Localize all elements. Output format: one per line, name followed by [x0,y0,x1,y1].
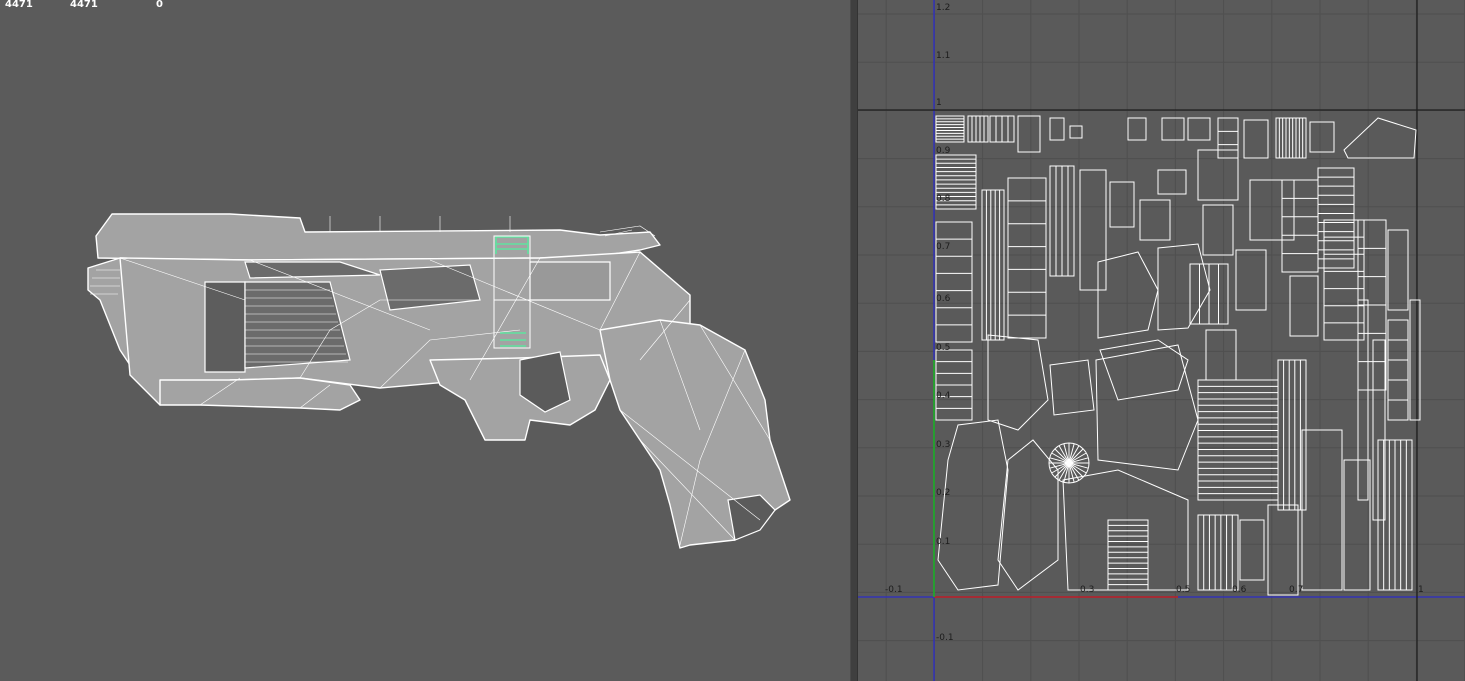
uv-shell[interactable] [1267,504,1299,596]
uv-shell[interactable] [1099,339,1189,401]
uv-shell[interactable] [1079,169,1107,291]
uv-shell[interactable] [1202,204,1234,256]
uv-shell[interactable] [1387,319,1409,421]
uv-shell[interactable] [1049,359,1095,416]
uv-shell[interactable] [935,221,973,343]
uv-shell[interactable] [1235,249,1267,311]
uv-shell[interactable] [1197,379,1279,501]
mesh-top-rail [95,213,661,261]
uv-shell[interactable] [1343,459,1371,591]
uv-shell[interactable] [1377,439,1413,591]
uv-shell[interactable] [1275,117,1307,159]
uv-shell[interactable] [1127,117,1147,141]
v-label-neg-0-1: -0.1 [936,633,954,643]
v-label-0-4: 0.4 [936,391,951,401]
faces-count: 4471 [70,0,98,10]
pistol-mesh-wireframe[interactable] [0,0,850,681]
uv-shell[interactable] [967,115,989,143]
uv-shell[interactable] [1049,165,1075,277]
uv-shell[interactable] [1205,329,1237,381]
uv-shell[interactable] [1197,514,1239,591]
v-label-0-1: 0.1 [936,537,951,547]
uv-shell[interactable] [1157,243,1211,331]
uv-shell[interactable] [935,115,965,143]
v-label-0-5: 0.5 [936,343,951,353]
uv-shell[interactable] [935,349,973,421]
u-label-0-7: 0.7 [1289,585,1304,595]
uv-shell[interactable] [1007,177,1047,339]
v-label-0-9: 0.9 [936,146,951,156]
uv-shell[interactable] [1409,299,1421,421]
uv-shell[interactable] [1161,117,1185,141]
uv-grid[interactable] [858,0,1465,681]
uv-texture-editor[interactable]: 1.2 1.1 1 0.9 0.8 0.7 0.6 0.5 0.4 0.3 0.… [858,0,1465,681]
uv-shell[interactable] [1357,219,1387,391]
u-label-0-3: 0.3 [1080,585,1095,595]
uv-shell[interactable] [1301,429,1343,591]
u-label-neg-0-1: -0.1 [885,585,903,595]
uv-shell[interactable] [1317,167,1355,269]
uv-shell[interactable] [1069,125,1083,139]
v-label-0-3: 0.3 [936,440,951,450]
uv-shell[interactable] [987,334,1049,431]
uv-shell[interactable] [989,115,1015,143]
u-label-0-5: 0.5 [1176,585,1191,595]
uv-shell[interactable] [1281,179,1319,273]
uv-shell[interactable] [1243,119,1269,159]
selected-count: 0 [156,0,163,10]
uv-shell[interactable] [1239,519,1265,581]
verts-count: 4471 [5,0,33,10]
uv-shell[interactable] [1343,117,1417,159]
uv-shell[interactable] [1157,169,1187,195]
uv-shell[interactable] [1289,275,1319,337]
v-label-1: 1 [936,98,942,108]
panel-splitter[interactable] [850,0,858,681]
uv-shell[interactable] [1187,117,1211,141]
uv-shell[interactable] [1049,117,1065,141]
u-label-0-6: 0.6 [1232,585,1247,595]
uv-shell[interactable] [1217,117,1239,159]
v-label-1-1: 1.1 [936,51,951,61]
uv-shell[interactable] [1107,519,1149,591]
perspective-viewport[interactable]: 4471 4471 0 [0,0,850,681]
uv-shell[interactable] [1017,115,1041,153]
uv-shell[interactable] [1309,121,1335,153]
v-label-1-2: 1.2 [936,3,951,13]
uv-shell[interactable] [1109,181,1135,228]
v-label-0-8: 0.8 [936,194,951,204]
uv-shell[interactable] [1139,199,1171,241]
v-label-0-6: 0.6 [936,294,951,304]
uv-shell[interactable] [1062,469,1189,591]
uv-shell[interactable] [1095,344,1199,471]
uv-shell[interactable] [1097,251,1159,339]
mesh-lower-barrel [159,377,361,411]
v-label-0-2: 0.2 [936,488,951,498]
u-label-1: 1 [1418,585,1424,595]
uv-shell[interactable] [1387,229,1409,311]
uv-shell[interactable] [981,189,1005,341]
v-label-0-7: 0.7 [936,242,951,252]
